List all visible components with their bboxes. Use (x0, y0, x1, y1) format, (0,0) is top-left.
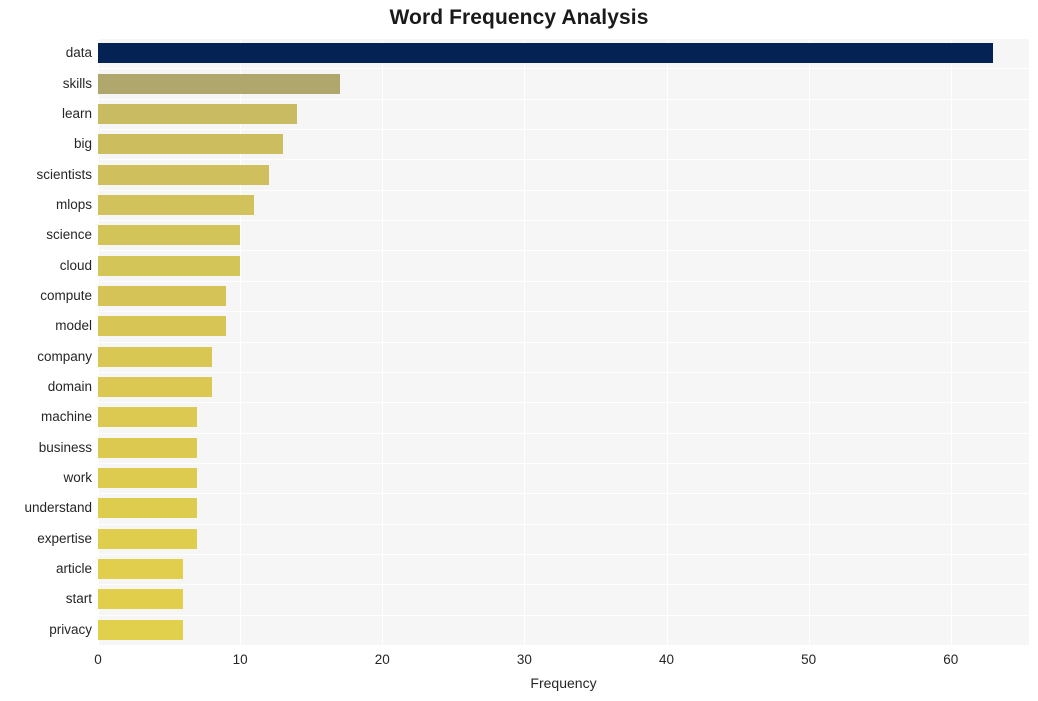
x-axis-tick-label: 0 (94, 652, 102, 667)
y-axis-tick-label: company (37, 348, 92, 364)
bar (98, 346, 212, 367)
y-axis-tick-label: machine (40, 409, 92, 425)
y-axis-tick-label: model (55, 318, 92, 334)
bar (98, 468, 198, 489)
y-axis-tick-label: learn (61, 105, 92, 121)
bar (98, 194, 255, 215)
y-axis-tick-label: work (63, 470, 92, 486)
bar (98, 73, 340, 94)
y-axis-tick-label: domain (47, 379, 92, 395)
chart-title: Word Frequency Analysis (389, 6, 649, 29)
y-axis-tick-label: big (73, 136, 92, 152)
x-axis-tick-label: 20 (374, 652, 390, 667)
bar (98, 437, 198, 458)
y-axis-tick-label: expertise (37, 530, 92, 546)
x-axis-title: Frequency (530, 675, 597, 691)
x-axis-tick-label: 40 (659, 652, 675, 667)
y-axis-tick-label: business (38, 439, 92, 455)
y-axis-tick-label: privacy (49, 621, 92, 637)
bar (98, 225, 241, 246)
x-axis-tick-label: 50 (801, 652, 817, 667)
bar (98, 103, 297, 124)
bar (98, 285, 226, 306)
x-axis-tick-label: 60 (943, 652, 959, 667)
y-axis-tick-label: mlops (55, 196, 92, 212)
word-frequency-chart: Word Frequency Analysis data skills learn b… (0, 0, 1038, 701)
y-axis-tick-label: skills (62, 75, 92, 91)
bar (98, 316, 226, 337)
plot-area (98, 38, 1029, 646)
x-axis-tick-labels: 0 10 20 30 40 50 60 (0, 652, 1038, 672)
y-axis-tick-label: data (65, 45, 92, 61)
bar-series (98, 38, 1029, 645)
y-axis-tick-label: article (55, 561, 92, 577)
bar (98, 619, 184, 640)
gridline-horizontal (98, 645, 1029, 646)
y-axis-tick-label: science (46, 227, 92, 243)
y-axis-tick-label: understand (24, 500, 92, 516)
bar (98, 164, 269, 185)
x-axis-tick-label: 30 (516, 652, 532, 667)
bar (98, 589, 184, 610)
bar (98, 528, 198, 549)
y-axis-tick-label: compute (40, 287, 92, 303)
y-axis-tick-label: scientists (36, 166, 92, 182)
bar (98, 43, 994, 64)
bar (98, 498, 198, 519)
bar (98, 559, 184, 580)
y-axis-tick-label: cloud (59, 257, 92, 273)
y-axis-tick-label: start (65, 591, 92, 607)
bar (98, 134, 283, 155)
y-axis-tick-labels: data skills learn big scientists mlops science… (0, 38, 92, 645)
x-axis-tick-label: 10 (232, 652, 248, 667)
bar (98, 407, 198, 428)
bar (98, 377, 212, 398)
bar (98, 255, 241, 276)
